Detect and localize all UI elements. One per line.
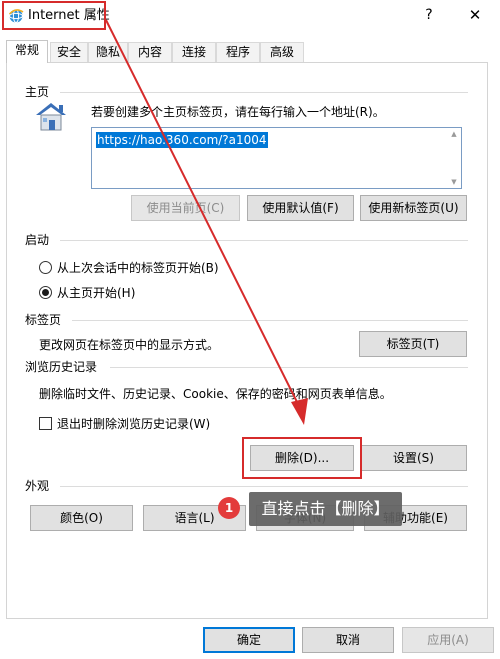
cancel-button[interactable]: 取消 bbox=[302, 627, 394, 653]
tab-connections[interactable]: 连接 bbox=[172, 42, 216, 62]
home-description: 若要创建多个主页标签页，请在每行输入一个地址(R)。 bbox=[91, 105, 385, 119]
tabs-group-line bbox=[72, 320, 468, 321]
home-group-label: 主页 bbox=[25, 84, 56, 100]
use-current-button[interactable]: 使用当前页(C) bbox=[131, 195, 240, 221]
home-url-value[interactable]: https://hao.360.com/?a1004 bbox=[96, 132, 268, 148]
tab-security[interactable]: 安全 bbox=[50, 42, 88, 62]
appearance-group-line bbox=[60, 486, 468, 487]
step-badge: 1 bbox=[218, 497, 240, 519]
radio-home-page[interactable] bbox=[39, 286, 52, 299]
delete-on-exit-checkbox[interactable] bbox=[39, 417, 52, 430]
scroll-up-icon[interactable]: ▲ bbox=[449, 130, 459, 138]
radio-last-session-label[interactable]: 从上次会话中的标签页开始(B) bbox=[57, 260, 219, 276]
appearance-group-label: 外观 bbox=[25, 478, 56, 494]
delete-on-exit-label[interactable]: 退出时删除浏览历史记录(W) bbox=[57, 416, 210, 432]
use-new-tab-button[interactable]: 使用新标签页(U) bbox=[360, 195, 467, 221]
ok-button[interactable]: 确定 bbox=[203, 627, 295, 653]
tabs-description: 更改网页在标签页中的显示方式。 bbox=[39, 338, 220, 352]
instruction-callout: 直接点击【删除】 bbox=[249, 492, 402, 526]
internet-options-dialog: Internet 属性 ? ✕ 常规 安全 隐私 内容 连接 程序 高级 主页 … bbox=[0, 0, 500, 659]
home-icon bbox=[36, 103, 66, 131]
title-highlight-box bbox=[2, 1, 106, 30]
colors-button[interactable]: 颜色(O) bbox=[30, 505, 133, 531]
tabs-settings-button[interactable]: 标签页(T) bbox=[359, 331, 467, 357]
history-group-line bbox=[110, 367, 468, 368]
history-group-label: 浏览历史记录 bbox=[25, 359, 104, 375]
startup-group-line bbox=[60, 240, 468, 241]
title-bar: Internet 属性 ? ✕ bbox=[0, 0, 500, 34]
history-settings-button[interactable]: 设置(S) bbox=[360, 445, 467, 471]
tab-general[interactable]: 常规 bbox=[6, 40, 48, 63]
apply-button[interactable]: 应用(A) bbox=[402, 627, 494, 653]
startup-group-label: 启动 bbox=[25, 232, 56, 248]
tabs-group-label: 标签页 bbox=[25, 312, 68, 328]
tab-advanced[interactable]: 高级 bbox=[260, 42, 304, 62]
history-description: 删除临时文件、历史记录、Cookie、保存的密码和网页表单信息。 bbox=[39, 387, 392, 401]
scroll-down-icon[interactable]: ▼ bbox=[449, 178, 459, 186]
use-default-button[interactable]: 使用默认值(F) bbox=[247, 195, 354, 221]
help-button[interactable]: ? bbox=[416, 3, 442, 27]
radio-home-page-label[interactable]: 从主页开始(H) bbox=[57, 285, 135, 301]
delete-highlight-box bbox=[242, 437, 362, 479]
tab-privacy[interactable]: 隐私 bbox=[88, 42, 128, 62]
close-button[interactable]: ✕ bbox=[462, 3, 488, 27]
tab-programs[interactable]: 程序 bbox=[216, 42, 260, 62]
home-url-textarea[interactable]: https://hao.360.com/?a1004 ▲ ▼ bbox=[91, 127, 462, 189]
radio-last-session[interactable] bbox=[39, 261, 52, 274]
home-group-line bbox=[60, 92, 468, 93]
tab-content[interactable]: 内容 bbox=[128, 42, 172, 62]
